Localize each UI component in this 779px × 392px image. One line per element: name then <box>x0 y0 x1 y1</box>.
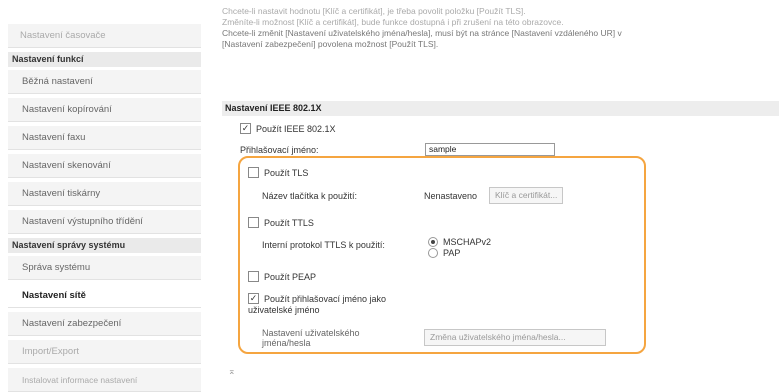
key-and-certificate-button[interactable]: Klíč a certifikát... <box>489 187 564 204</box>
use-ieee8021x-row: ✓ Použít IEEE 802.1X <box>240 123 336 135</box>
sidebar-item-system-management[interactable]: Správa systému <box>8 256 201 280</box>
sidebar-item-security-settings[interactable]: Nastavení zabezpečení <box>8 312 201 336</box>
key-name-label: Název tlačítka k použití: <box>262 191 358 201</box>
sidebar-item-fax-settings[interactable]: Nastavení faxu <box>8 126 201 150</box>
use-ieee8021x-label: Použít IEEE 802.1X <box>256 124 336 134</box>
use-ttls-label: Použít TTLS <box>264 218 314 228</box>
sidebar-item-scan-settings[interactable]: Nastavení skenování <box>8 154 201 178</box>
note-line-key-cert: Chcete-li nastavit hodnotu [Klíč a certi… <box>222 6 526 16</box>
use-peap-checkbox[interactable] <box>248 271 259 283</box>
sidebar-item-import-export[interactable]: Import/Export <box>8 340 201 364</box>
sidebar-item-common-settings[interactable]: Běžná nastavení <box>8 70 201 94</box>
key-status-text: Nenastaveno <box>424 191 478 201</box>
sidebar-item-timer-settings[interactable]: Nastavení časovače <box>8 24 201 48</box>
login-name-input[interactable]: sample <box>425 143 555 156</box>
sidebar-item-printer-settings[interactable]: Nastavení tiskárny <box>8 182 201 206</box>
mschapv2-label: MSCHAPv2 <box>443 237 492 247</box>
section-title-ieee8021x: Nastavení IEEE 802.1X <box>222 101 779 116</box>
sidebar-item-install-settings-info[interactable]: Instalovat informace nastavení <box>8 368 201 392</box>
change-user-credentials-button[interactable]: Změna uživatelského jména/hesla... <box>424 329 606 346</box>
use-ttls-row: Použít TTLS <box>248 217 314 229</box>
login-name-label: Přihlašovací jméno: <box>240 145 319 155</box>
use-login-as-user-label: Použít přihlašovací jméno jako uživatels… <box>248 294 387 316</box>
sidebar-item-copy-settings[interactable]: Nastavení kopírování <box>8 98 201 122</box>
use-tls-row: Použít TLS <box>248 167 309 179</box>
mschapv2-radio[interactable] <box>428 236 438 247</box>
sidebar-item-output-sort-settings[interactable]: Nastavení výstupního třídění <box>8 210 201 234</box>
use-ttls-checkbox[interactable] <box>248 217 259 229</box>
use-peap-label: Použít PEAP <box>264 272 317 282</box>
ttls-option-mschapv2[interactable]: MSCHAPv2 <box>428 236 492 248</box>
use-peap-row: Použít PEAP <box>248 271 317 283</box>
use-login-as-user-row: ✓ Použít přihlašovací jméno jako uživatel… <box>248 293 418 316</box>
use-ieee8021x-checkbox[interactable]: ✓ <box>240 123 251 135</box>
sidebar-section-function-settings: Nastavení funkcí <box>8 52 201 67</box>
note-line-user-settings: Chcete-li změnit [Nastavení uživatelskéh… <box>222 28 622 49</box>
scroll-marker: ⌅ <box>228 366 236 376</box>
sidebar-section-system-management: Nastavení správy systému <box>8 238 201 253</box>
use-login-as-user-checkbox[interactable]: ✓ <box>248 293 259 305</box>
ttls-option-pap[interactable]: PAP <box>428 247 461 259</box>
sidebar: Nastavení časovače Nastavení funkcí Běžn… <box>0 0 205 392</box>
use-tls-label: Použít TLS <box>264 168 309 178</box>
note-line-key-change: Změníte-li možnost [Klíč a certifikát], … <box>222 17 564 27</box>
pap-label: PAP <box>443 248 461 258</box>
user-settings-label: Nastavení uživatelského jména/hesla <box>262 328 360 348</box>
sidebar-item-network-settings[interactable]: Nastavení sítě <box>8 284 201 308</box>
ttls-protocol-label: Interní protokol TTLS k použití: <box>262 240 385 250</box>
pap-radio[interactable] <box>428 247 438 258</box>
info-note: Chcete-li nastavit hodnotu [Klíč a certi… <box>222 6 622 50</box>
use-tls-checkbox[interactable] <box>248 167 259 179</box>
